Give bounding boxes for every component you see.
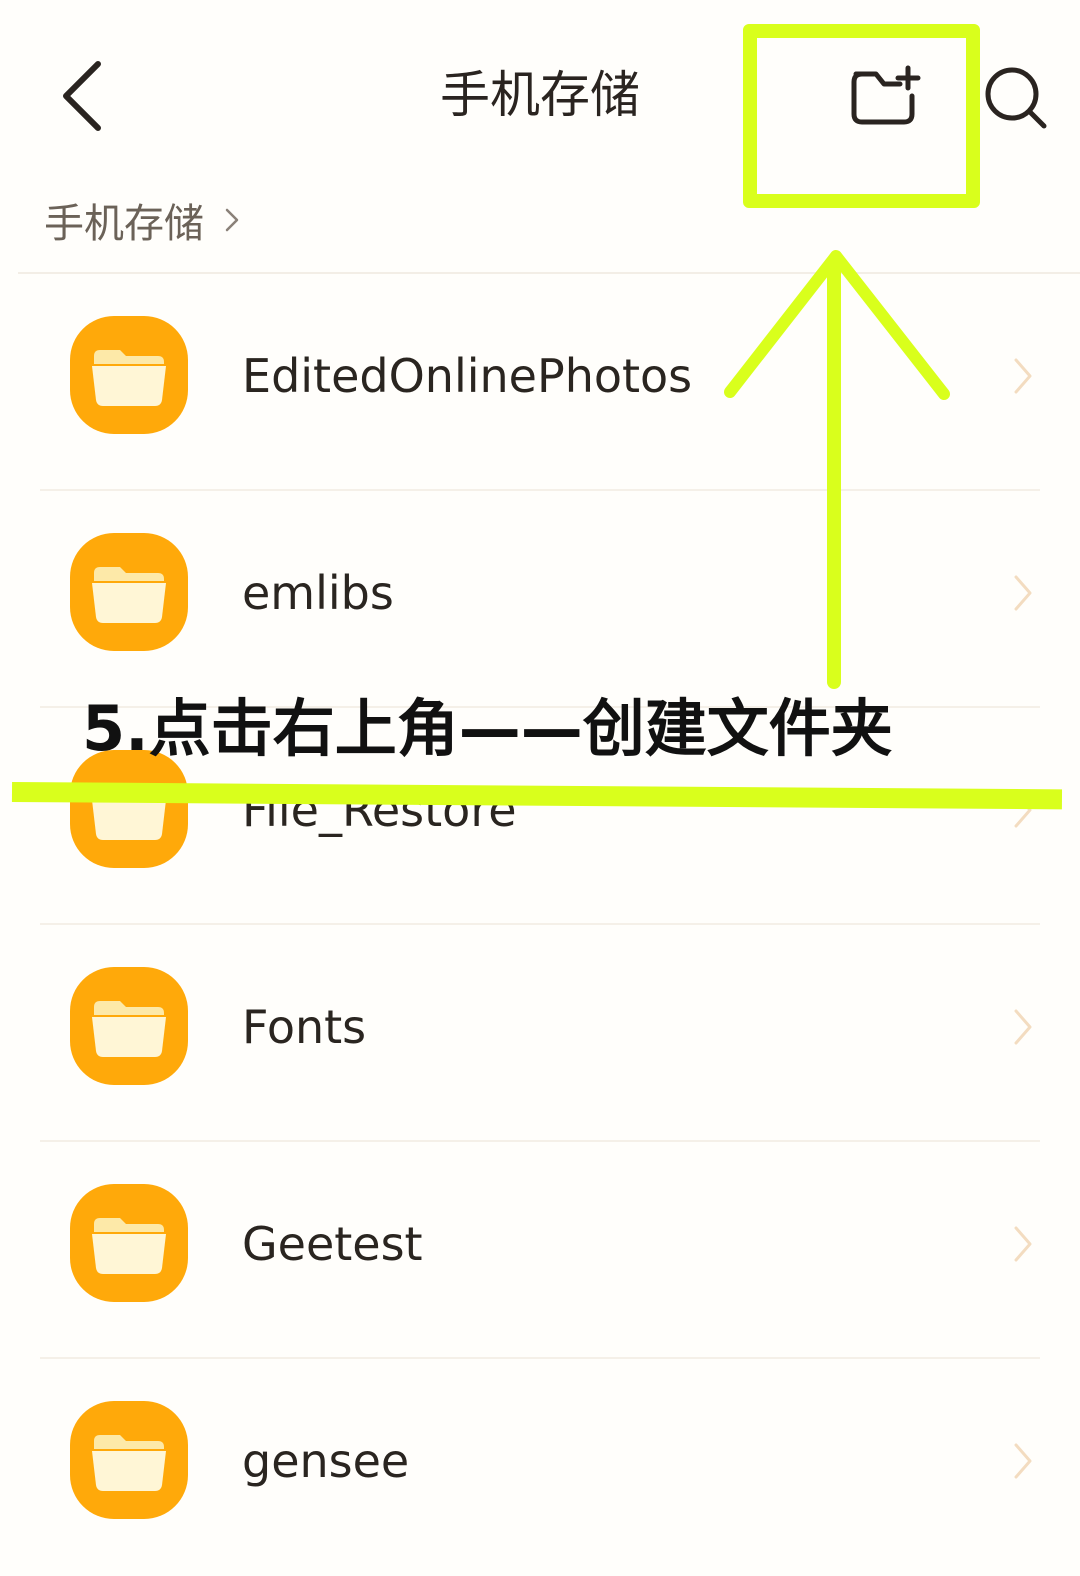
folder-name: gensee xyxy=(242,1434,410,1488)
folder-row[interactable]: gensee xyxy=(0,1359,1080,1576)
folder-row[interactable]: File_Restore xyxy=(0,708,1080,925)
search-button[interactable] xyxy=(978,60,1052,134)
chevron-right-icon xyxy=(1014,575,1032,611)
folder-list: EditedOnlinePhotos emlibs File_Restore F… xyxy=(0,274,1080,1576)
folder-icon xyxy=(70,316,188,434)
search-icon xyxy=(985,67,1047,129)
breadcrumb: 手机存储 xyxy=(44,188,240,252)
breadcrumb-item-phone-storage[interactable]: 手机存储 xyxy=(44,191,204,249)
folder-row[interactable]: Geetest xyxy=(0,1142,1080,1359)
folder-icon xyxy=(70,1184,188,1302)
folder-name: emlibs xyxy=(242,566,394,620)
chevron-right-icon xyxy=(225,208,239,232)
chevron-right-icon xyxy=(1014,1226,1032,1262)
new-folder-button[interactable] xyxy=(838,62,930,132)
folder-name: EditedOnlinePhotos xyxy=(242,349,693,403)
folder-icon xyxy=(70,967,188,1085)
folder-name: Fonts xyxy=(242,1000,367,1054)
folder-icon xyxy=(70,750,188,868)
chevron-right-icon xyxy=(1014,358,1032,394)
folder-name: Geetest xyxy=(242,1217,423,1271)
new-folder-icon xyxy=(851,65,921,125)
chevron-right-icon xyxy=(1014,1009,1032,1045)
folder-name: File_Restore xyxy=(242,783,517,837)
folder-row[interactable]: Fonts xyxy=(0,925,1080,1142)
chevron-right-icon xyxy=(1014,1443,1032,1479)
chevron-right-icon xyxy=(1014,792,1032,828)
folder-icon xyxy=(70,1401,188,1519)
folder-row[interactable]: EditedOnlinePhotos xyxy=(0,274,1080,491)
folder-row[interactable]: emlibs xyxy=(0,491,1080,708)
file-manager-screen: 手机存储 手机存储 EditedOnlinePhotos emlibs File… xyxy=(0,0,1080,1528)
folder-icon xyxy=(70,533,188,651)
